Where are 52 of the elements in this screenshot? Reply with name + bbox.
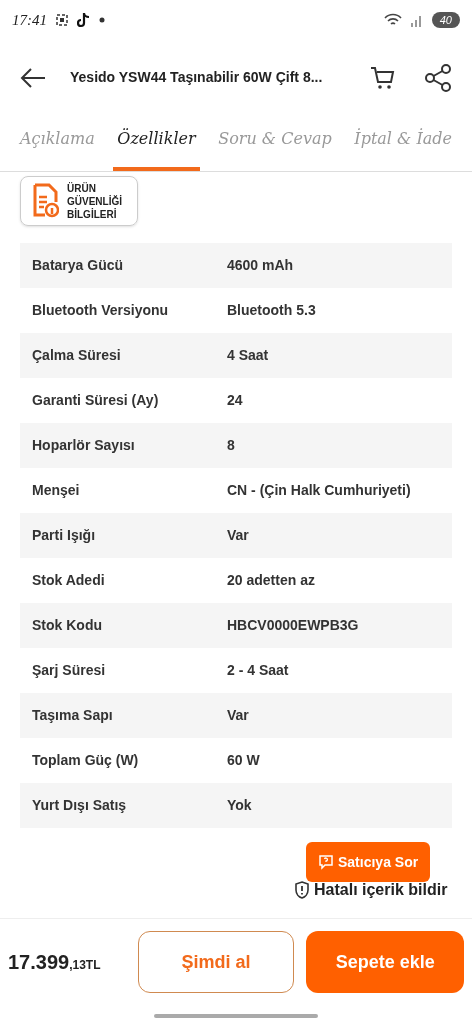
spec-value: 4600 mAh xyxy=(227,256,295,275)
tab[interactable]: Özellikler xyxy=(113,127,200,171)
signal-icon xyxy=(409,13,424,27)
question-bubble-icon xyxy=(318,854,334,870)
spec-name: Taşıma Sapı xyxy=(31,706,114,725)
spec-value: Var xyxy=(227,526,250,545)
shield-alert-icon xyxy=(294,881,310,899)
spec-value: CN - (Çin Halk Cumhuriyeti) xyxy=(227,481,412,500)
tab[interactable]: İptal & İade xyxy=(350,127,456,171)
badge-text: ÜRÜN xyxy=(67,181,97,195)
tab[interactable]: Açıklama xyxy=(16,127,99,171)
badge-text: BİLGİLERİ xyxy=(67,207,118,221)
spec-value: Bluetooth 5.3 xyxy=(227,301,317,320)
badge-text: GÜVENLİĞİ xyxy=(67,194,122,208)
spec-name: Toplam Güç (W) xyxy=(31,751,140,770)
back-icon[interactable] xyxy=(20,66,46,89)
product-title: Yesido YSW44 Taşınabilir 60W Çift 8... xyxy=(70,68,324,87)
spec-value: HBCV0000EWPB3G xyxy=(227,616,360,635)
share-icon[interactable] xyxy=(424,63,452,92)
spec-name: Hoparlör Sayısı xyxy=(31,436,136,455)
spec-name: Şarj Süresi xyxy=(31,661,107,680)
spec-name: Garanti Süresi (Ay) xyxy=(31,391,160,410)
cart-icon[interactable] xyxy=(370,64,396,91)
spec-value: 24 xyxy=(227,391,244,410)
spec-name: Menşei xyxy=(31,481,81,500)
battery-indicator: 40 xyxy=(431,12,460,28)
tab[interactable]: Soru & Cevap xyxy=(214,127,336,171)
screenshot-icon xyxy=(55,13,69,27)
spec-value: 4 Saat xyxy=(227,346,270,365)
add-to-cart-button[interactable]: Sepete ekle xyxy=(306,931,464,993)
document-info-icon xyxy=(33,183,59,219)
dot-icon xyxy=(99,17,105,23)
wifi-icon xyxy=(383,13,402,27)
ask-seller-button[interactable]: Satıcıya Sor xyxy=(306,842,431,882)
price: 17.399 xyxy=(8,950,70,975)
spec-name: Bluetooth Versiyonu xyxy=(31,301,170,320)
spec-value: Yok xyxy=(227,796,253,815)
spec-name: Yurt Dışı Satış xyxy=(31,796,128,815)
spec-name: Stok Adedi xyxy=(31,571,106,590)
spec-value: 8 xyxy=(227,436,236,455)
price-fraction: ,13TL xyxy=(69,958,101,974)
buy-now-button[interactable]: Şimdi al xyxy=(137,931,295,993)
status-time: 17:41 xyxy=(12,10,47,30)
spec-value: 60 W xyxy=(227,751,261,770)
spec-name: Parti Işığı xyxy=(31,526,97,545)
spec-value: 2 - 4 Saat xyxy=(227,661,290,680)
spec-name: Batarya Gücü xyxy=(31,256,125,275)
spec-name: Çalma Süresi xyxy=(31,346,122,365)
spec-name: Stok Kodu xyxy=(31,616,103,635)
spec-value: 20 adetten az xyxy=(227,571,316,590)
spec-value: Var xyxy=(227,706,250,725)
safety-info-badge[interactable]: ÜRÜN GÜVENLİĞİ BİLGİLERİ xyxy=(20,176,138,226)
